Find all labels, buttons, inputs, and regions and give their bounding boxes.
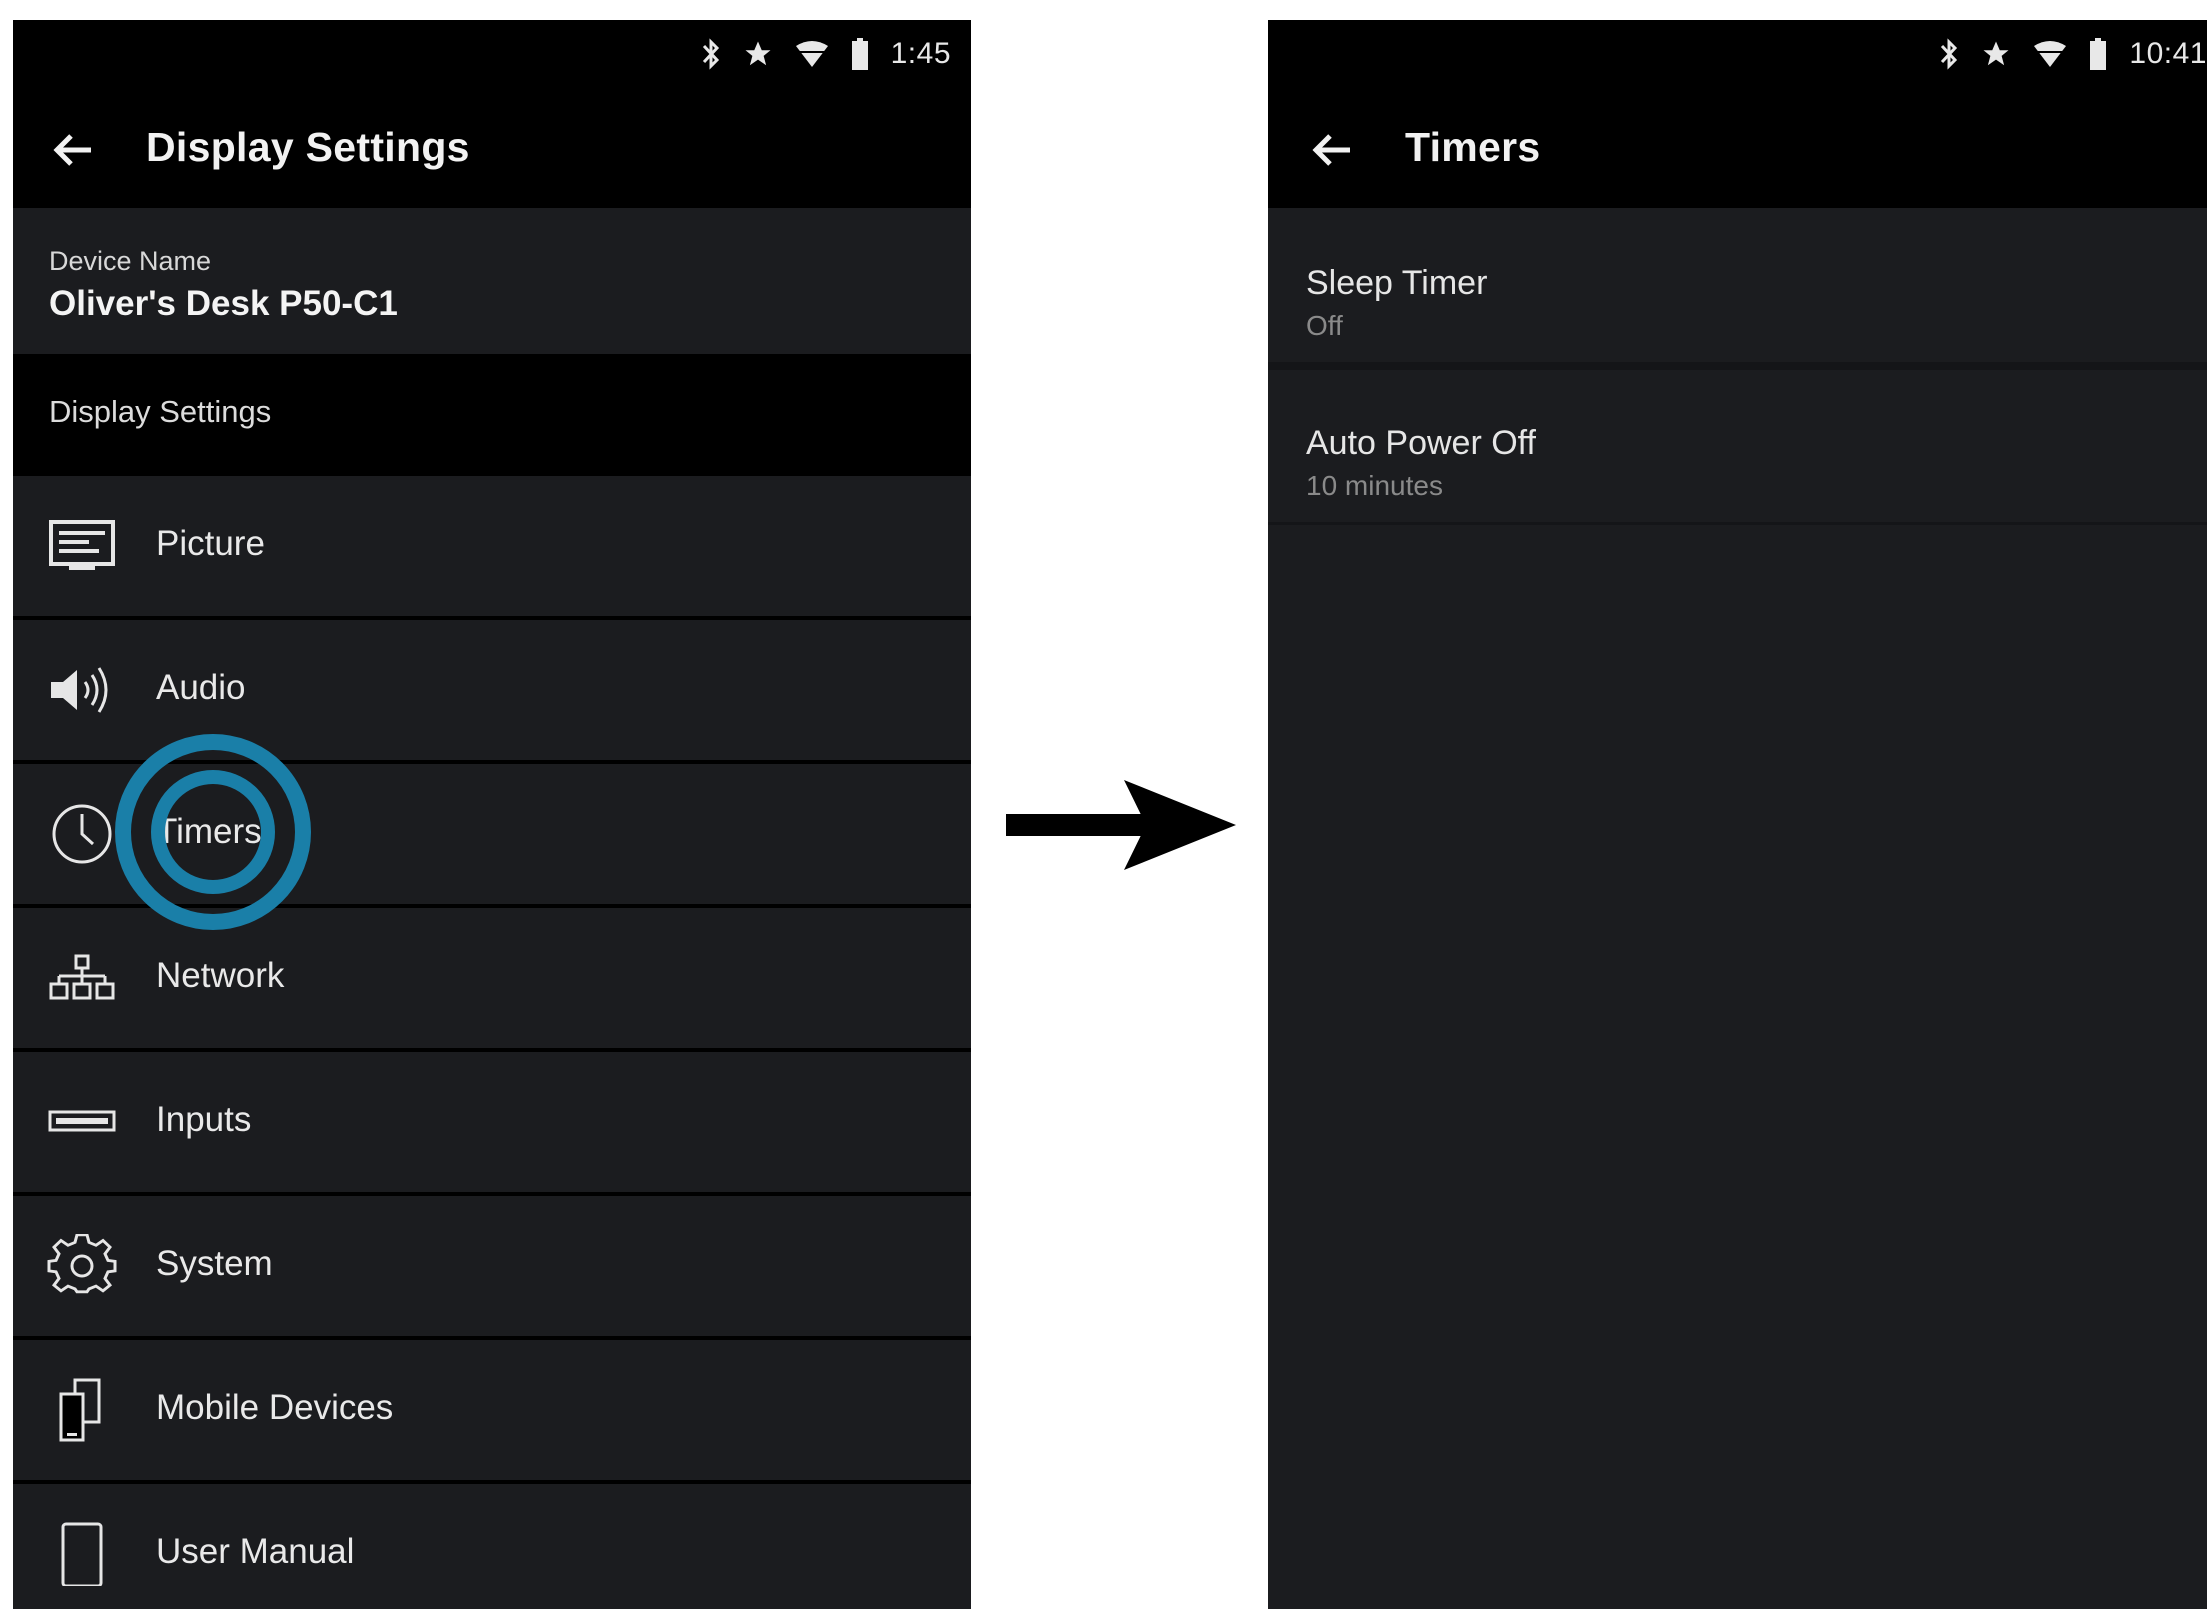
timers-screen: 10:41 Timers Sleep Timer Off Auto Power …: [1268, 20, 2207, 1609]
star-icon: [1983, 41, 2009, 66]
status-bar: 10:41: [1268, 20, 2207, 90]
bluetooth-icon: [1941, 38, 1958, 70]
sleep-timer-label: Sleep Timer: [1306, 264, 1488, 302]
status-bar: 1:45: [13, 20, 971, 90]
menu-item-mobile-devices[interactable]: Mobile Devices: [13, 1340, 971, 1480]
star-icon: [745, 41, 771, 66]
section-header-label: Display Settings: [49, 394, 272, 429]
inputs-icon: [48, 1110, 116, 1132]
page-title: Timers: [1405, 124, 1541, 170]
divider: [1268, 522, 2207, 525]
back-arrow-icon[interactable]: [51, 128, 95, 172]
status-time: 10:41: [2129, 37, 2207, 70]
mobile-devices-icon: [59, 1378, 101, 1442]
menu-label-inputs: Inputs: [156, 1100, 252, 1139]
wifi-icon: [795, 41, 828, 67]
back-arrow-icon[interactable]: [1310, 128, 1354, 172]
sleep-timer-value: Off: [1306, 310, 1343, 341]
auto-power-off-row[interactable]: Auto Power Off 10 minutes: [1268, 370, 2207, 522]
menu-label-mobile-devices: Mobile Devices: [156, 1388, 394, 1427]
network-icon: [49, 954, 115, 1000]
menu-item-system[interactable]: System: [13, 1196, 971, 1336]
menu-item-picture[interactable]: Picture: [13, 476, 971, 616]
menu-label-picture: Picture: [156, 524, 265, 563]
page-title: Display Settings: [146, 124, 470, 170]
manual-icon: [61, 1522, 103, 1586]
section-header: Display Settings: [13, 364, 971, 476]
timers-list: Sleep Timer Off Auto Power Off 10 minute…: [1268, 208, 2207, 1609]
device-name-value: Oliver's Desk P50-C1: [49, 284, 398, 323]
sleep-timer-row[interactable]: Sleep Timer Off: [1268, 208, 2207, 362]
device-name-row[interactable]: Device Name Oliver's Desk P50-C1: [13, 208, 971, 354]
picture-icon: [49, 520, 115, 570]
bluetooth-icon: [702, 38, 719, 70]
transition-arrow-icon: [1006, 780, 1236, 870]
battery-icon: [2090, 38, 2107, 70]
menu-label-audio: Audio: [156, 668, 246, 707]
status-time: 1:45: [890, 37, 951, 70]
menu-label-network: Network: [156, 956, 285, 995]
app-bar: Display Settings: [13, 90, 971, 208]
divider: [1268, 362, 2207, 370]
device-name-caption: Device Name: [49, 246, 212, 276]
tap-highlight-icon: [115, 734, 311, 930]
wifi-icon: [2034, 41, 2067, 67]
menu-item-user-manual[interactable]: User Manual: [13, 1484, 971, 1609]
auto-power-off-label: Auto Power Off: [1306, 424, 1536, 462]
app-bar: Timers: [1268, 90, 2207, 208]
battery-icon: [851, 38, 868, 70]
timer-icon: [52, 804, 112, 864]
menu-item-inputs[interactable]: Inputs: [13, 1052, 971, 1192]
menu-label-system: System: [156, 1244, 273, 1283]
gear-icon: [47, 1234, 117, 1294]
auto-power-off-value: 10 minutes: [1306, 470, 1443, 501]
menu-label-user-manual: User Manual: [156, 1532, 355, 1571]
audio-icon: [51, 667, 108, 713]
